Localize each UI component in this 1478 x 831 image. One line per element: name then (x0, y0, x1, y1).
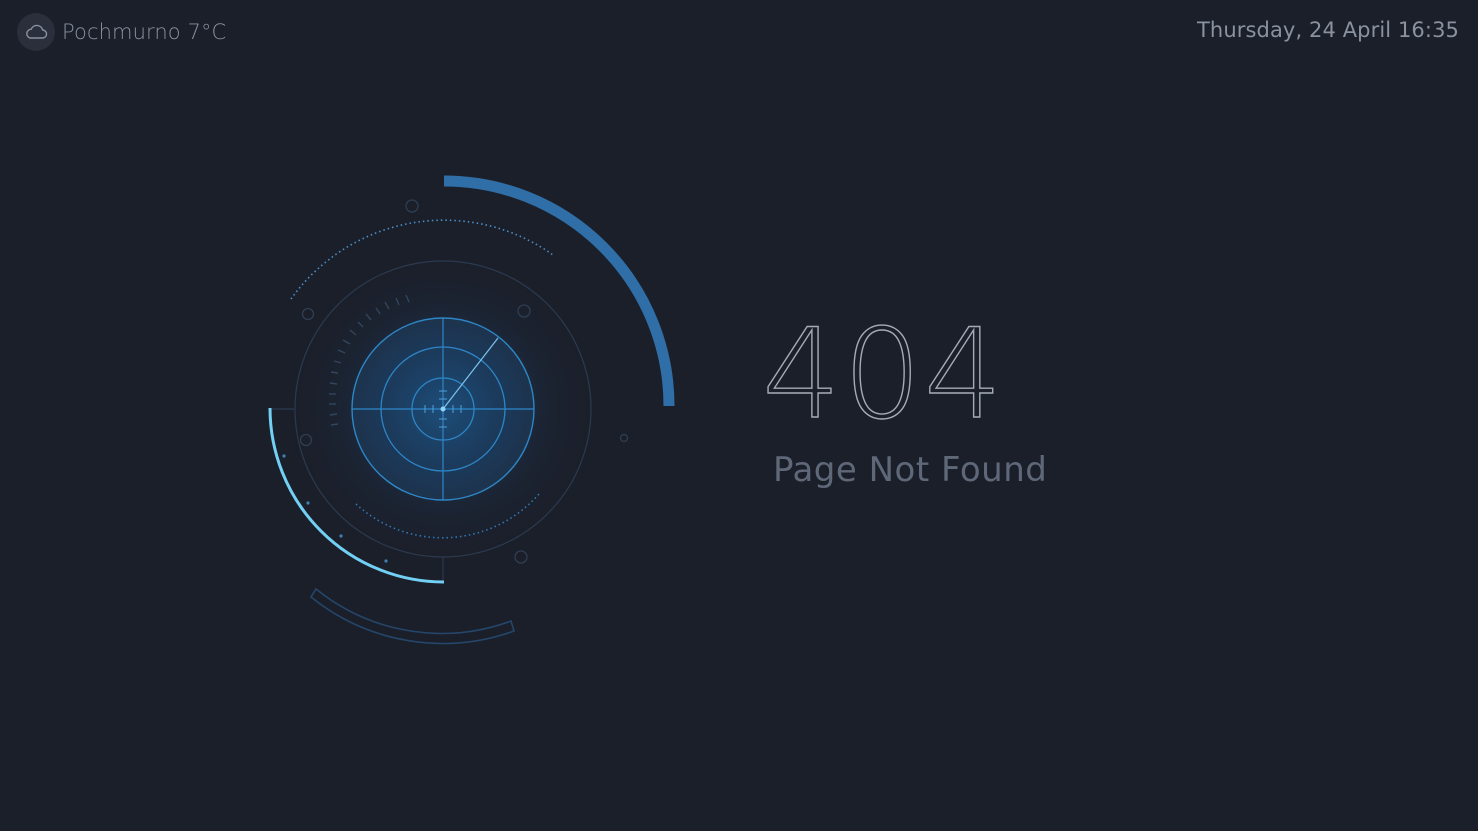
radar-center-dot (440, 406, 446, 412)
error-page: Pochmurno 7°C Thursday, 24 April 16:35 4… (0, 0, 1478, 831)
radar-marker (301, 307, 315, 321)
radar-marker (514, 550, 528, 564)
error-code: 404 (761, 303, 1005, 447)
radar-graphic (268, 175, 675, 645)
radar-marker (619, 433, 629, 443)
radar-marker (405, 199, 419, 213)
radar-bottom-band (309, 587, 515, 645)
error-message: Page Not Found (773, 450, 1048, 490)
